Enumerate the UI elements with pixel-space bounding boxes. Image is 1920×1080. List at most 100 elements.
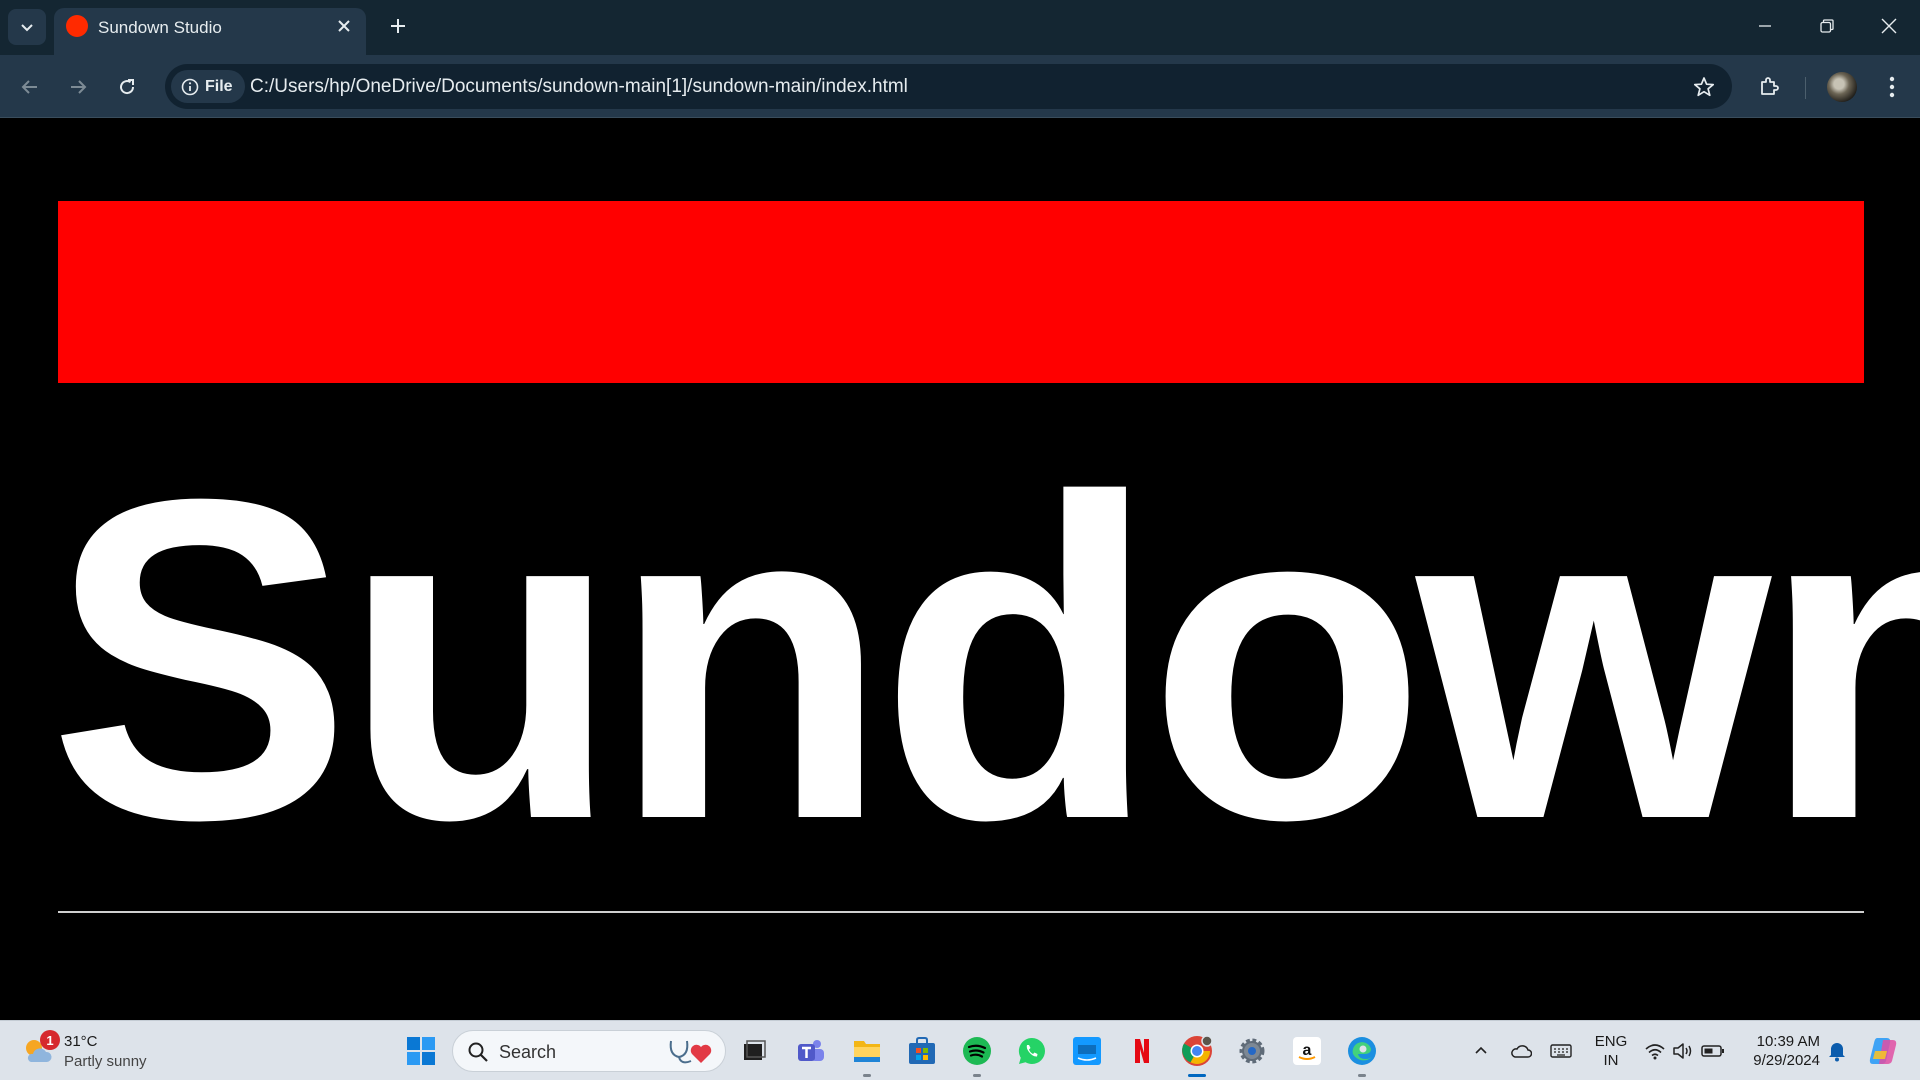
app-running-indicator — [1358, 1074, 1366, 1077]
battery-icon — [1701, 1045, 1724, 1057]
copilot-button[interactable] — [1866, 1034, 1900, 1068]
teams-icon — [798, 1040, 824, 1061]
taskbar-search[interactable]: Search — [452, 1030, 726, 1072]
clock-time: 10:39 AM — [1756, 1033, 1820, 1050]
spotify-icon — [963, 1037, 991, 1065]
notifications-tray[interactable] — [1824, 1038, 1850, 1064]
tab-favicon-icon — [66, 15, 88, 37]
region-code: IN — [1603, 1052, 1619, 1069]
speaker-icon — [1673, 1043, 1692, 1059]
file-explorer-app[interactable] — [847, 1031, 887, 1077]
amazon-app[interactable]: a — [1287, 1031, 1327, 1071]
new-tab-button[interactable] — [383, 11, 413, 41]
reload-icon — [120, 79, 135, 95]
edge-icon — [1348, 1037, 1376, 1065]
restore-button[interactable] — [1807, 8, 1847, 44]
more-menu-button[interactable] — [1875, 70, 1909, 104]
microsoft-store-app[interactable] — [902, 1031, 942, 1071]
bell-icon — [1829, 1043, 1845, 1062]
window-close-icon — [1881, 18, 1897, 34]
profile-avatar[interactable] — [1827, 72, 1857, 102]
tab-search-button[interactable] — [8, 9, 46, 45]
tab-title: Sundown Studio — [98, 18, 222, 37]
tab-active[interactable]: Sundown Studio — [54, 8, 366, 55]
site-info-chip[interactable]: File — [171, 70, 245, 103]
reload-button[interactable] — [110, 70, 144, 104]
forward-icon — [71, 80, 87, 94]
onedrive-tray[interactable] — [1508, 1038, 1534, 1064]
app-active-indicator — [1188, 1074, 1206, 1077]
back-button[interactable] — [13, 70, 47, 104]
close-icon — [338, 20, 350, 32]
weather-temperature: 31°C — [64, 1033, 98, 1050]
netflix-icon — [1135, 1039, 1149, 1063]
star-icon — [1693, 77, 1715, 97]
weather-badge: 1 — [40, 1030, 60, 1050]
system-clock[interactable]: 10:39 AM 9/29/2024 — [1740, 1032, 1820, 1070]
folder-icon — [854, 1041, 880, 1062]
minimize-button[interactable] — [1745, 8, 1785, 44]
prime-video-icon — [1073, 1037, 1101, 1065]
language-code: ENG — [1594, 1033, 1628, 1050]
chevron-down-icon — [21, 24, 33, 32]
teams-app[interactable] — [791, 1031, 831, 1071]
hero-red-bar — [58, 201, 1864, 383]
task-view-icon — [744, 1040, 766, 1060]
browser-tab-strip: Sundown Studio — [0, 0, 1920, 55]
tab-close-button[interactable] — [332, 14, 356, 38]
chevron-up-icon — [1475, 1046, 1487, 1054]
plus-icon — [391, 19, 405, 33]
search-placeholder: Search — [499, 1042, 557, 1062]
spotify-app[interactable] — [957, 1031, 997, 1077]
url-text[interactable]: C:/Users/hp/OneDrive/Documents/sundown-m… — [250, 76, 908, 98]
stethoscope-heart-icon — [669, 1040, 712, 1064]
windows-taskbar: 1 31°C Partly sunny Search a ENG IN 10:3… — [0, 1020, 1920, 1080]
forward-button[interactable] — [61, 70, 95, 104]
app-running-indicator — [973, 1074, 981, 1077]
bookmark-button[interactable] — [1692, 75, 1716, 99]
weather-widget[interactable]: 1 31°C Partly sunny — [22, 1030, 172, 1074]
wifi-icon — [1645, 1044, 1665, 1060]
cloud-icon — [1511, 1045, 1532, 1058]
whatsapp-app[interactable] — [1012, 1031, 1052, 1071]
whatsapp-icon — [1018, 1037, 1045, 1065]
weather-condition: Partly sunny — [64, 1053, 147, 1070]
info-icon — [181, 78, 199, 95]
extensions-button[interactable] — [1752, 70, 1786, 104]
chrome-icon — [1182, 1035, 1213, 1066]
clock-date: 9/29/2024 — [1753, 1052, 1820, 1069]
network-tray[interactable] — [1642, 1038, 1668, 1064]
search-icon — [468, 1042, 488, 1062]
toolbar-separator — [1805, 77, 1806, 99]
touch-keyboard-tray[interactable] — [1548, 1038, 1574, 1064]
start-button[interactable] — [401, 1031, 441, 1071]
show-hidden-icons-button[interactable] — [1470, 1039, 1492, 1061]
scheme-label: File — [205, 77, 233, 95]
edge-app[interactable] — [1342, 1031, 1382, 1077]
store-icon — [909, 1037, 935, 1064]
app-running-indicator — [863, 1074, 871, 1077]
task-view-button[interactable] — [734, 1031, 774, 1071]
browser-toolbar: File C:/Users/hp/OneDrive/Documents/sund… — [0, 55, 1920, 118]
gear-icon — [1239, 1038, 1265, 1064]
back-icon — [21, 80, 37, 94]
svg-text:a: a — [1303, 1042, 1312, 1059]
restore-icon — [1820, 19, 1834, 33]
copilot-icon — [1869, 1038, 1897, 1064]
netflix-app[interactable] — [1122, 1031, 1162, 1071]
battery-tray[interactable] — [1700, 1038, 1726, 1064]
hero-title: Sundown — [48, 404, 1920, 914]
address-bar[interactable]: File C:/Users/hp/OneDrive/Documents/sund… — [165, 64, 1732, 109]
prime-video-app[interactable] — [1067, 1031, 1107, 1071]
volume-tray[interactable] — [1670, 1038, 1696, 1064]
chrome-app[interactable] — [1177, 1031, 1217, 1077]
hero-divider — [58, 911, 1864, 913]
more-vert-icon — [1889, 76, 1895, 98]
settings-app[interactable] — [1232, 1031, 1272, 1071]
input-language-indicator[interactable]: ENG IN — [1594, 1032, 1628, 1070]
extensions-icon — [1761, 77, 1779, 95]
keyboard-icon — [1550, 1044, 1572, 1058]
amazon-icon: a — [1293, 1037, 1321, 1065]
window-close-button[interactable] — [1869, 8, 1909, 44]
page-viewport: Sundown — [0, 119, 1920, 1020]
